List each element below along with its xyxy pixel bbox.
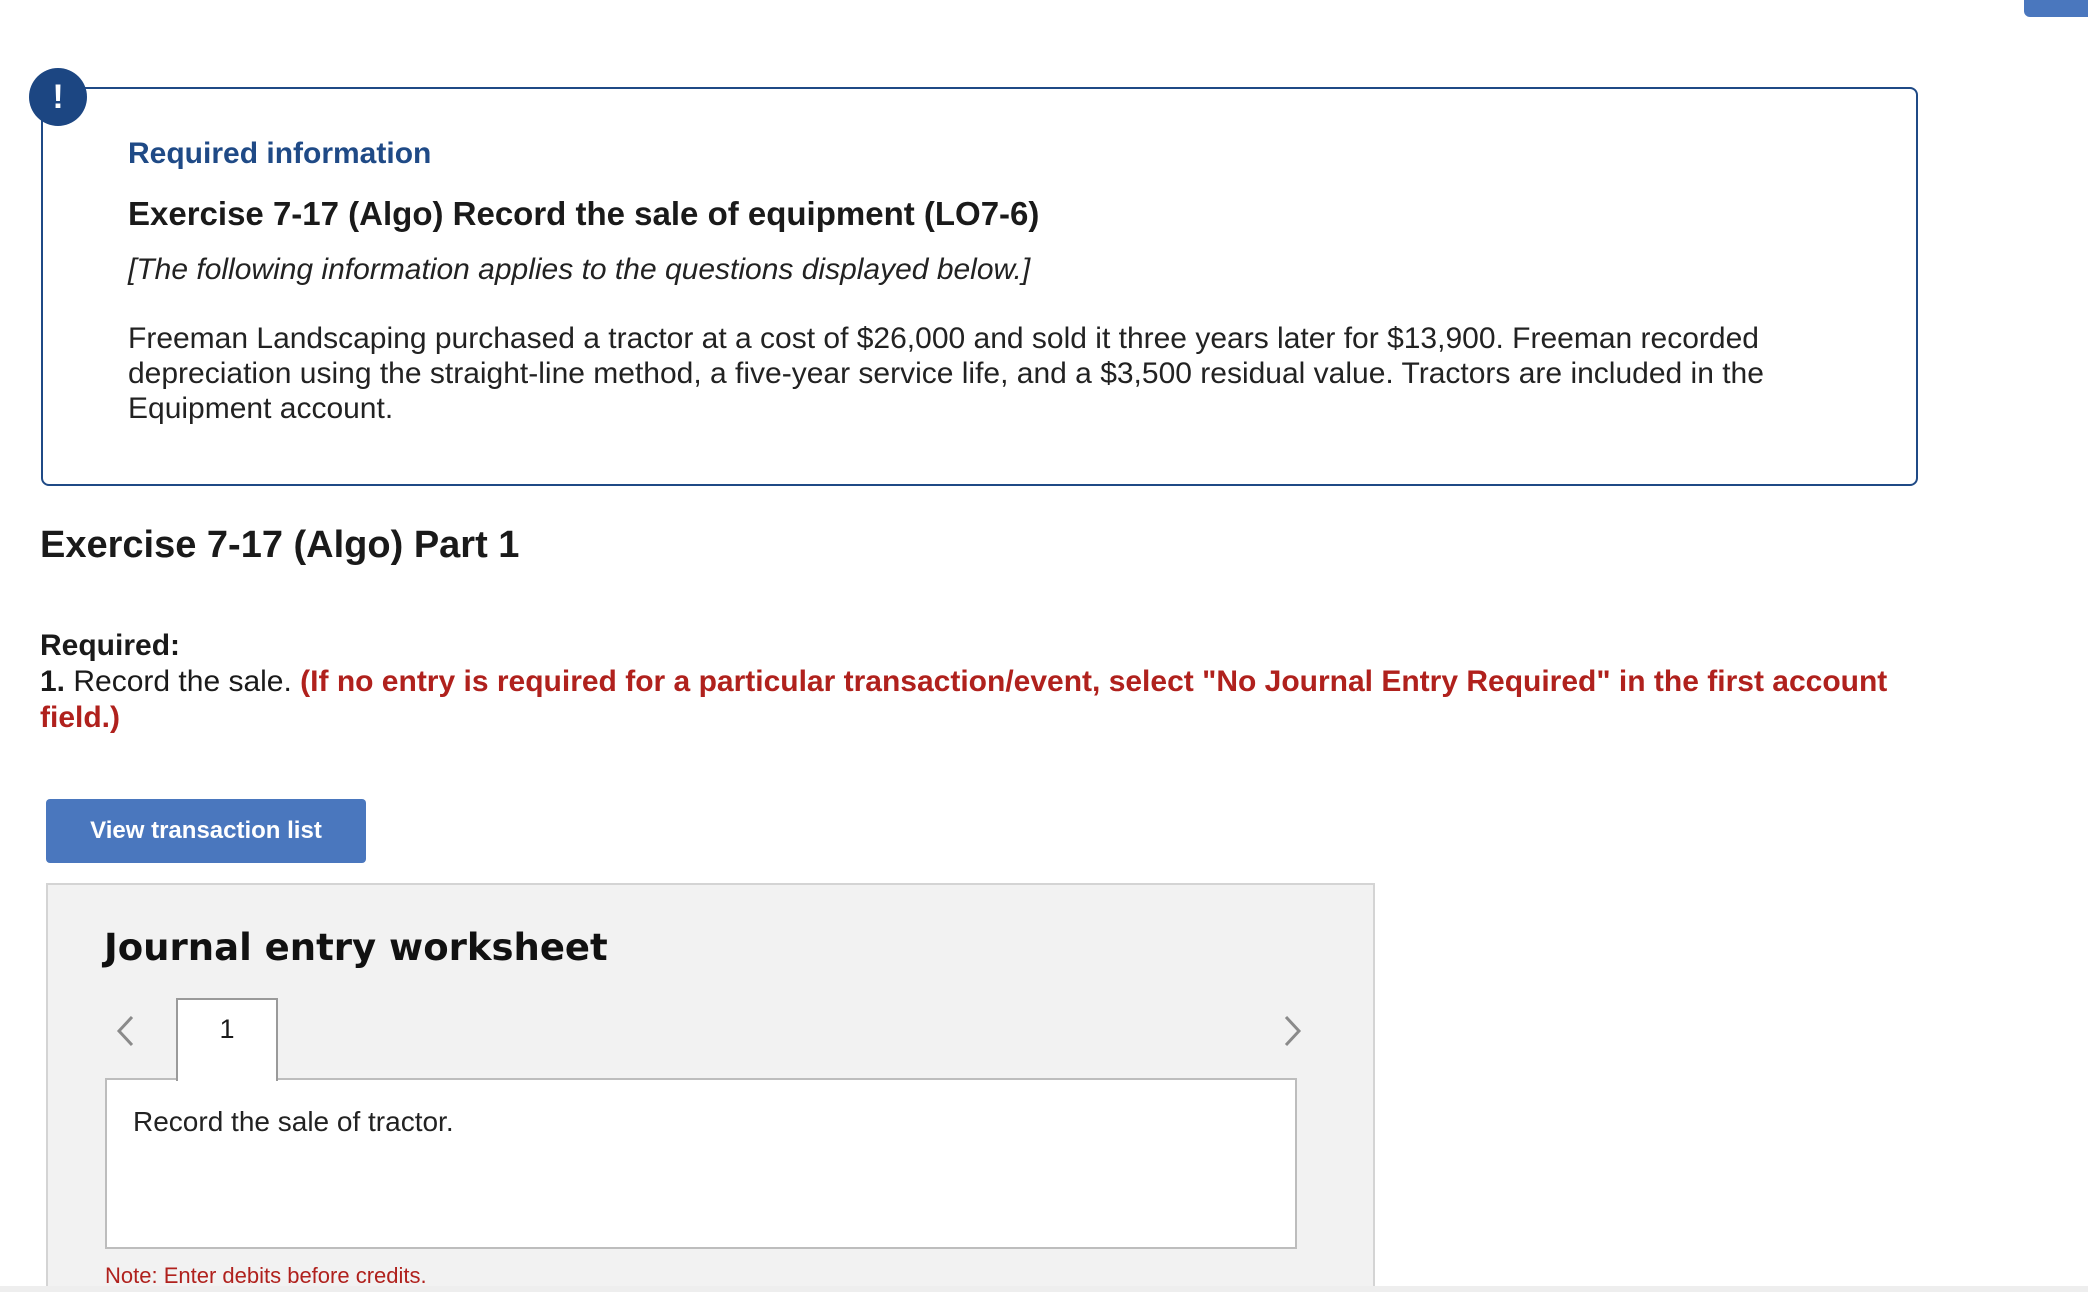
required-info-heading: Required information — [128, 137, 432, 170]
applies-note: [The following information applies to th… — [128, 253, 1031, 286]
top-right-tab[interactable] — [2024, 0, 2088, 17]
scenario-text: Freeman Landscaping purchased a tractor … — [128, 322, 1764, 425]
exclamation-icon: ! — [29, 68, 87, 126]
bottom-divider — [0, 1286, 2088, 1292]
worksheet-title: Journal entry worksheet — [104, 926, 608, 969]
required-number: 1. — [40, 665, 66, 698]
journal-entry-worksheet: Journal entry worksheet 1 Record the sal… — [46, 883, 1375, 1292]
exercise-title: Exercise 7-17 (Algo) Record the sale of … — [128, 195, 1040, 232]
chevron-right-icon[interactable] — [1274, 1009, 1310, 1053]
required-label: Required: — [40, 629, 181, 662]
required-task: Record the sale. — [73, 665, 292, 698]
worksheet-tab-1[interactable]: 1 — [176, 998, 278, 1081]
chevron-left-icon[interactable] — [108, 1009, 144, 1053]
worksheet-tab-label: 1 — [219, 1014, 235, 1044]
view-transaction-list-button[interactable]: View transaction list — [46, 799, 366, 863]
entry-description-box: Record the sale of tractor. — [105, 1078, 1297, 1249]
part-title: Exercise 7-17 (Algo) Part 1 — [40, 524, 520, 566]
required-section: Required: 1. Record the sale. (If no ent… — [40, 628, 1920, 736]
required-instruction: (If no entry is required for a particula… — [40, 665, 1888, 734]
entry-description: Record the sale of tractor. — [133, 1106, 454, 1137]
required-info-panel: Required information Exercise 7-17 (Algo… — [41, 87, 1918, 486]
